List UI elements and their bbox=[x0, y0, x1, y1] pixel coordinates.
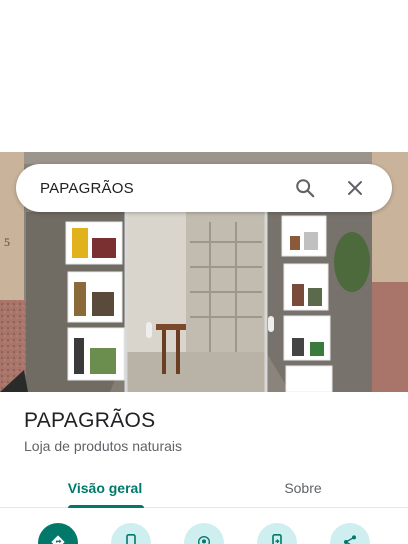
send-to-phone-icon bbox=[272, 534, 282, 544]
active-tab-indicator bbox=[68, 505, 144, 508]
tab-overview-label: Visão geral bbox=[67, 480, 143, 496]
tab-about[interactable]: Sobre bbox=[238, 468, 368, 508]
search-icon[interactable] bbox=[292, 175, 318, 201]
directions-button[interactable] bbox=[38, 523, 78, 544]
place-info: PAPAGRÃOS Loja de produtos naturais bbox=[24, 409, 182, 454]
tab-about-label: Sobre bbox=[284, 480, 322, 496]
search-query[interactable]: PAPAGRÃOS bbox=[40, 180, 292, 197]
tab-overview[interactable]: Visão geral bbox=[40, 468, 170, 508]
tab-bar: Visão geral Sobre bbox=[0, 468, 408, 508]
search-bar[interactable]: PAPAGRÃOS bbox=[16, 164, 392, 212]
close-icon[interactable] bbox=[342, 175, 368, 201]
share-button[interactable] bbox=[330, 523, 370, 544]
map-blank-area bbox=[0, 0, 408, 152]
svg-text:5: 5 bbox=[4, 235, 10, 249]
place-name: PAPAGRÃOS bbox=[24, 409, 156, 432]
place-category: Loja de produtos naturais bbox=[24, 438, 182, 454]
share-icon bbox=[344, 535, 356, 544]
action-buttons-row bbox=[0, 520, 408, 544]
nearby-icon bbox=[198, 536, 210, 544]
call-button[interactable] bbox=[111, 523, 151, 544]
phone-icon bbox=[126, 534, 136, 544]
nearby-button[interactable] bbox=[184, 523, 224, 544]
directions-icon bbox=[51, 535, 65, 544]
send-to-phone-button[interactable] bbox=[257, 523, 297, 544]
